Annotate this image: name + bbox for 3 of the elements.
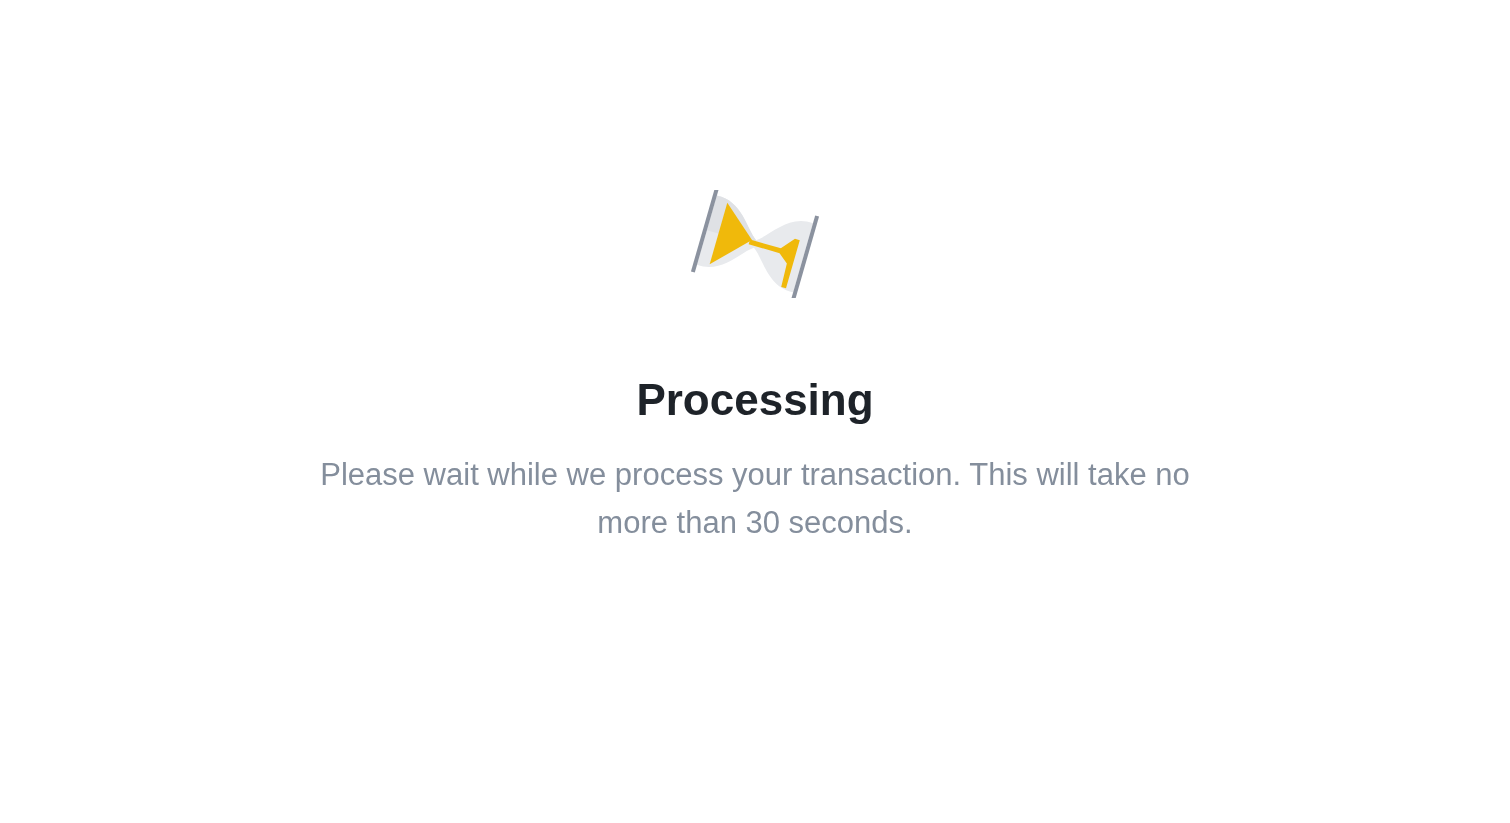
- status-title: Processing: [636, 374, 874, 426]
- status-message: Please wait while we process your transaction. This will take no more than 30 seconds.: [319, 456, 1191, 542]
- hourglass-icon: [691, 190, 819, 298]
